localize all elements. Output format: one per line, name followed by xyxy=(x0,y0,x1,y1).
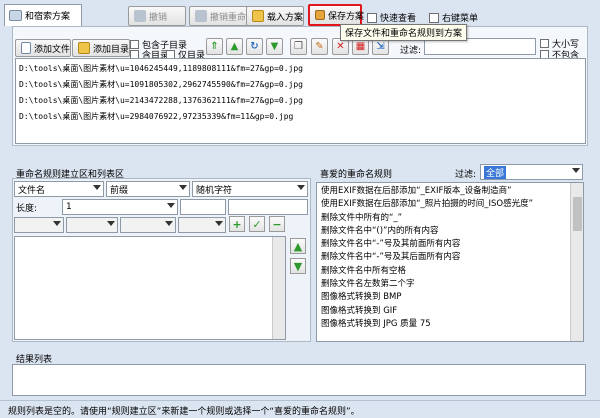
add-folder-icon xyxy=(78,42,90,54)
favorites-scrollbar[interactable] xyxy=(570,183,583,341)
plus-icon: + xyxy=(232,217,242,231)
undo-button[interactable]: 撤销 xyxy=(128,6,186,26)
favorite-rule-item[interactable]: 使用EXIF数据在后部添加“_照片拍摄的时间_ISO感光度” xyxy=(317,198,583,211)
context-menu-checkbox[interactable]: 右键菜单 xyxy=(429,11,478,24)
scheme-tab[interactable]: 和宿索方案 xyxy=(4,4,82,26)
favorite-rule-item[interactable]: 图像格式转换到 GIF xyxy=(317,305,583,318)
length-input[interactable]: 1 xyxy=(62,199,178,215)
option-select-2[interactable] xyxy=(66,217,118,233)
rule-move-up-button[interactable]: ▲ xyxy=(290,238,306,254)
copy-icon: ❐ xyxy=(294,40,303,52)
favorite-rule-item[interactable]: 图像格式转换到 JPG 质量 75 xyxy=(317,318,583,331)
minus-icon: − xyxy=(272,217,282,231)
add-dir-button[interactable]: 添加目录 xyxy=(72,39,130,57)
status-bar: 规则列表是空的。请使用“规则建立区”来新建一个规则或选择一个“喜爱的重命名规则”… xyxy=(0,400,600,418)
undo-rename-icon xyxy=(195,10,207,22)
file-list[interactable]: D:\tools\桌面\图片素材\u=1046245449,1189808111… xyxy=(15,58,586,144)
filter-label: 过滤: xyxy=(400,46,422,56)
refresh-icon: ↻ xyxy=(250,40,259,52)
favorites-scroll-thumb[interactable] xyxy=(573,197,582,231)
chevron-down-icon xyxy=(93,185,101,190)
favorite-rule-item[interactable]: 图像格式转换到 BMP xyxy=(317,291,583,304)
favorites-title: 喜爱的重命名规则 xyxy=(320,170,393,180)
save-scheme-icon xyxy=(315,10,325,20)
chevron-down-icon xyxy=(167,203,175,208)
option-select-3[interactable] xyxy=(120,217,176,233)
rule-move-down-button[interactable]: ▼ xyxy=(290,258,306,274)
export-icon: ⇲ xyxy=(376,40,385,52)
save-scheme-tooltip: 保存文件和重命名规则到方案 xyxy=(340,24,468,41)
chevron-down-icon xyxy=(215,221,223,226)
file-row[interactable]: D:\tools\桌面\图片素材\u=1046245449,1189808111… xyxy=(16,61,585,77)
save-scheme-button[interactable]: 保存方案 xyxy=(308,4,364,26)
option-select-4[interactable] xyxy=(178,217,226,233)
add-file-button[interactable]: 添加文件 xyxy=(15,39,71,57)
length-label: 长度: xyxy=(16,204,38,214)
favorites-list[interactable]: 使用EXIF数据在后部添加“_EXIF版本_设备制造商” 使用EXIF数据在后部… xyxy=(316,182,584,342)
delete-icon: ✕ xyxy=(336,40,345,52)
favorite-rule-item[interactable]: 使用EXIF数据在后部添加“_EXIF版本_设备制造商” xyxy=(317,185,583,198)
favorites-filter-label: 过滤: xyxy=(455,170,477,180)
favorites-filter-select[interactable]: 全部 xyxy=(480,164,583,180)
refresh-button[interactable]: ↻ xyxy=(246,38,263,55)
option-select-1[interactable] xyxy=(14,217,64,233)
apply-rule-button[interactable]: ✓ xyxy=(249,216,265,232)
rule-list-scrollbar[interactable] xyxy=(272,237,285,339)
down-arrow-icon: ▼ xyxy=(293,259,303,273)
position-select[interactable]: 前缀 xyxy=(106,181,190,197)
chevron-down-icon xyxy=(297,185,305,190)
checkmark-icon: ✓ xyxy=(252,217,262,231)
down-arrow-icon: ▼ xyxy=(270,40,279,52)
favorite-rule-item[interactable]: 删除文件名中所有空格 xyxy=(317,265,583,278)
add-file-icon xyxy=(21,42,31,54)
quick-view-checkbox[interactable]: 快速查看 xyxy=(367,11,416,24)
chevron-down-icon xyxy=(53,221,61,226)
quick-view-box[interactable] xyxy=(367,12,377,23)
type-select[interactable]: 随机字符 xyxy=(192,181,308,197)
scheme-icon xyxy=(9,10,22,21)
folder-open-icon xyxy=(252,10,264,22)
move-top-button[interactable]: ⇑ xyxy=(206,38,223,55)
move-down-button[interactable]: ▼ xyxy=(266,38,283,55)
double-up-arrow-icon: ⇑ xyxy=(210,40,219,52)
param-input-3[interactable] xyxy=(228,199,308,215)
case-box[interactable] xyxy=(540,39,549,48)
clear-icon: ▦ xyxy=(355,40,366,52)
results-list[interactable] xyxy=(12,364,586,396)
chevron-down-icon xyxy=(165,221,173,226)
param-input-2[interactable] xyxy=(180,199,226,215)
favorite-rule-item[interactable]: 删除文件中所有的“_” xyxy=(317,212,583,225)
file-row[interactable]: D:\tools\桌面\图片素材\u=2143472288,1376362111… xyxy=(16,93,585,109)
status-text: 规则列表是空的。请使用“规则建立区”来新建一个规则或选择一个“喜爱的重命名规则”… xyxy=(8,407,360,417)
file-row[interactable]: D:\tools\桌面\图片素材\u=1091805302,2962745590… xyxy=(16,77,585,93)
favorite-rule-item[interactable]: 删除文件名中“-”号及其前面所有内容 xyxy=(317,238,583,251)
edit-button[interactable]: ✎ xyxy=(311,38,328,55)
context-menu-box[interactable] xyxy=(429,12,439,23)
favorite-rule-item[interactable]: 删除文件名中“-”号及其后面所有内容 xyxy=(317,251,583,264)
scheme-tab-label: 和宿索方案 xyxy=(25,12,71,22)
up-arrow-icon: ▲ xyxy=(293,239,303,253)
chevron-down-icon xyxy=(572,168,580,173)
field-select[interactable]: 文件名 xyxy=(14,181,104,197)
chevron-down-icon xyxy=(107,221,115,226)
add-rule-button[interactable]: + xyxy=(229,216,245,232)
rule-list[interactable] xyxy=(14,236,286,340)
undo-icon xyxy=(134,10,146,22)
file-row[interactable]: D:\tools\桌面\图片素材\u=2984076922,97235339&f… xyxy=(16,109,585,125)
up-arrow-icon: ▲ xyxy=(230,40,239,52)
favorite-rule-item[interactable]: 删除文件名中“()”内的所有内容 xyxy=(317,225,583,238)
copy-button[interactable]: ❐ xyxy=(290,38,307,55)
chevron-down-icon xyxy=(179,185,187,190)
favorite-rule-item[interactable]: 删除文件名左数第二个字 xyxy=(317,278,583,291)
remove-rule-button[interactable]: − xyxy=(269,216,285,232)
move-up-button[interactable]: ▲ xyxy=(226,38,243,55)
edit-icon: ✎ xyxy=(315,40,324,52)
load-scheme-button[interactable]: 载入方案 xyxy=(246,6,304,26)
